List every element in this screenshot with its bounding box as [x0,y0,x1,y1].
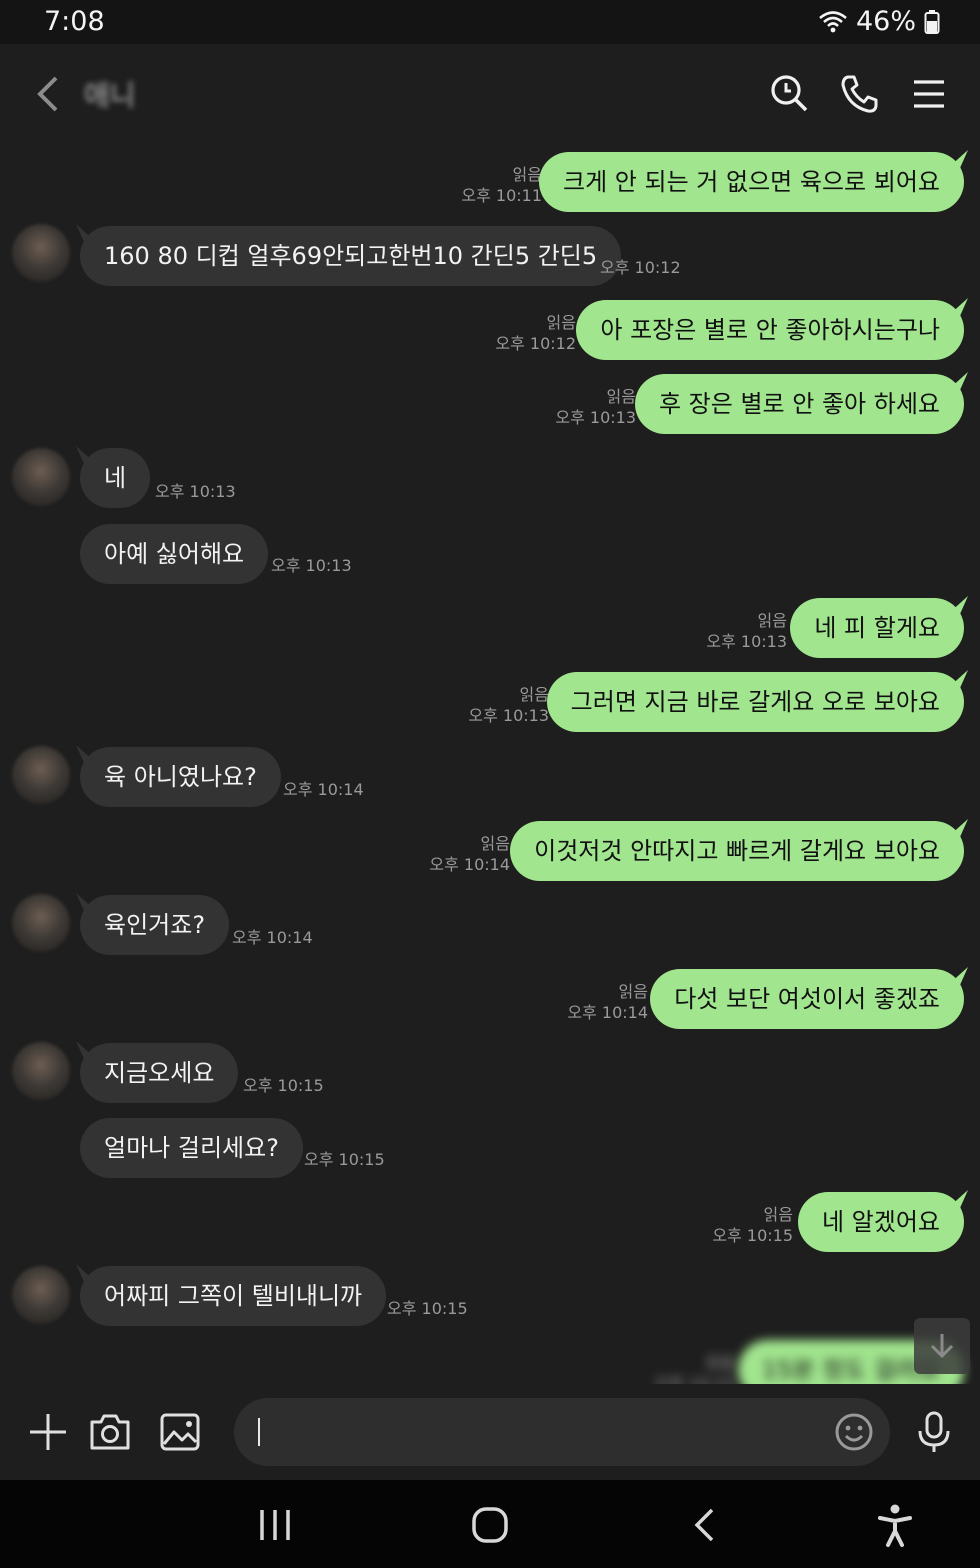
message-meta: 읽음 오후 10:15 [712,1205,793,1245]
message-meta: 읽음 오후 10:12 [495,313,576,353]
avatar[interactable] [12,1266,70,1324]
avatar[interactable] [12,1042,70,1100]
battery-icon [924,9,940,34]
text-caret [258,1418,260,1446]
avatar[interactable] [12,224,70,282]
message-bubble-outgoing[interactable]: 그러면 지금 바로 갈게요 오로 보아요 [546,670,968,732]
contact-name[interactable]: 애니 [84,74,136,114]
message-time: 오후 10:15 [387,1299,468,1318]
arrow-down-icon [930,1334,954,1359]
avatar[interactable] [12,894,70,952]
phone-icon[interactable] [838,72,882,116]
status-indicators: 46% [818,6,940,37]
message-bubble-incoming[interactable]: 육인거죠? [76,893,230,955]
back-nav-icon[interactable] [680,1500,730,1550]
message-time: 오후 10:12 [600,258,681,277]
battery-percentage: 46% [855,6,916,37]
message-meta: 읽음 오후 10:15 [654,1353,735,1384]
message-bubble-incoming[interactable]: 육 아니였나요? [76,745,281,807]
message-meta: 읽음 오후 10:13 [468,685,549,725]
avatar[interactable] [12,448,70,506]
message-bubble-outgoing[interactable]: 다섯 보단 여섯이서 좋겠죠 [650,967,968,1029]
message-time: 오후 10:13 [155,482,236,501]
microphone-icon[interactable] [912,1410,956,1454]
emoji-icon[interactable] [832,1410,876,1454]
message-meta: 읽음 오후 10:11 [461,165,542,205]
message-input[interactable] [234,1398,890,1466]
chat-messages[interactable]: 읽음 오후 10:11 크게 안 되는 거 없으면 육으로 뵈어요 160 80… [0,144,980,1384]
system-navigation-bar [0,1480,980,1568]
message-meta: 읽음 오후 10:13 [706,611,787,651]
menu-icon[interactable] [906,72,950,116]
message-bubble-outgoing[interactable]: 후 장은 별로 안 좋아 하세요 [634,372,968,434]
message-time: 오후 10:15 [243,1076,324,1095]
plus-icon[interactable] [26,1410,70,1454]
status-time: 7:08 [44,6,105,37]
message-bubble-incoming[interactable]: 아예 싫어해요 [80,524,269,584]
chat-header: 애니 [0,44,980,144]
message-bubble-incoming[interactable]: 네 [76,446,151,508]
message-time: 오후 10:14 [232,928,313,947]
message-composer [0,1384,980,1480]
message-bubble-outgoing[interactable]: 아 포장은 별로 안 좋아하시는구나 [576,298,968,360]
message-time: 오후 10:13 [271,556,352,575]
chevron-left-icon[interactable] [32,72,62,116]
message-bubble-outgoing[interactable]: 네 피 할게요 [790,596,968,658]
image-icon[interactable] [158,1410,202,1454]
message-time: 오후 10:14 [283,780,364,799]
message-meta: 읽음 오후 10:14 [429,834,510,874]
status-bar: 7:08 46% [0,0,980,44]
wifi-icon [819,10,847,32]
message-meta: 읽음 오후 10:13 [555,387,636,427]
message-meta: 읽음 오후 10:14 [567,982,648,1022]
scroll-to-bottom-button[interactable] [914,1318,970,1374]
accessibility-icon[interactable] [870,1500,920,1550]
message-bubble-outgoing[interactable]: 크게 안 되는 거 없으면 육으로 뵈어요 [539,150,968,212]
camera-icon[interactable] [88,1410,132,1454]
message-bubble-incoming[interactable]: 160 80 디컵 얼후69안되고한번10 간딘5 간딘5 [76,224,622,286]
message-bubble-incoming[interactable]: 얼마나 걸리세요? [80,1118,303,1178]
home-icon[interactable] [465,1500,515,1550]
recent-apps-icon[interactable] [250,1500,300,1550]
search-icon[interactable] [768,72,812,116]
message-bubble-incoming[interactable]: 어짜피 그쪽이 텔비내니까 [76,1264,387,1326]
message-time: 오후 10:15 [304,1150,385,1169]
message-bubble-incoming[interactable]: 지금오세요 [76,1041,239,1103]
avatar[interactable] [12,746,70,804]
message-bubble-outgoing[interactable]: 이것저것 안따지고 빠르게 갈게요 보아요 [510,819,968,881]
message-bubble-outgoing[interactable]: 네 알겠어요 [797,1190,968,1252]
